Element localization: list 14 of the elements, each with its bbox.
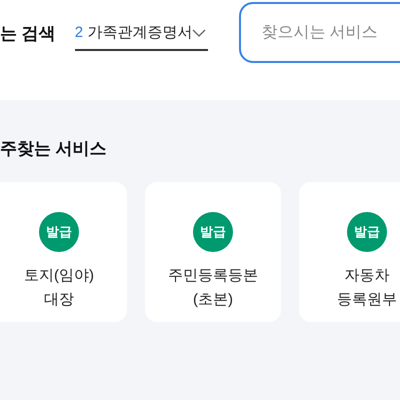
- issue-badge: 발급: [193, 212, 233, 252]
- section-title: 주찾는 서비스: [0, 138, 108, 160]
- service-name: 자동차 등록원부: [337, 266, 397, 310]
- search-field[interactable]: 찾으시는 서비스: [239, 2, 400, 63]
- category-dropdown[interactable]: 2 가족관계증명서: [74, 17, 208, 51]
- service-name: 토지(임야) 대장: [24, 266, 94, 310]
- service-name: 주민등록등본 (초본): [168, 266, 258, 310]
- chevron-down-icon: [192, 29, 206, 37]
- service-card[interactable]: 발급 토지(임야) 대장: [0, 182, 127, 322]
- service-card[interactable]: 발급 주민등록등본 (초본): [145, 182, 281, 322]
- issue-badge: 발급: [39, 212, 79, 252]
- service-card[interactable]: 발급 자동차 등록원부: [299, 182, 400, 322]
- section-title: 는 검색: [0, 23, 56, 45]
- issue-badge: 발급: [347, 212, 387, 252]
